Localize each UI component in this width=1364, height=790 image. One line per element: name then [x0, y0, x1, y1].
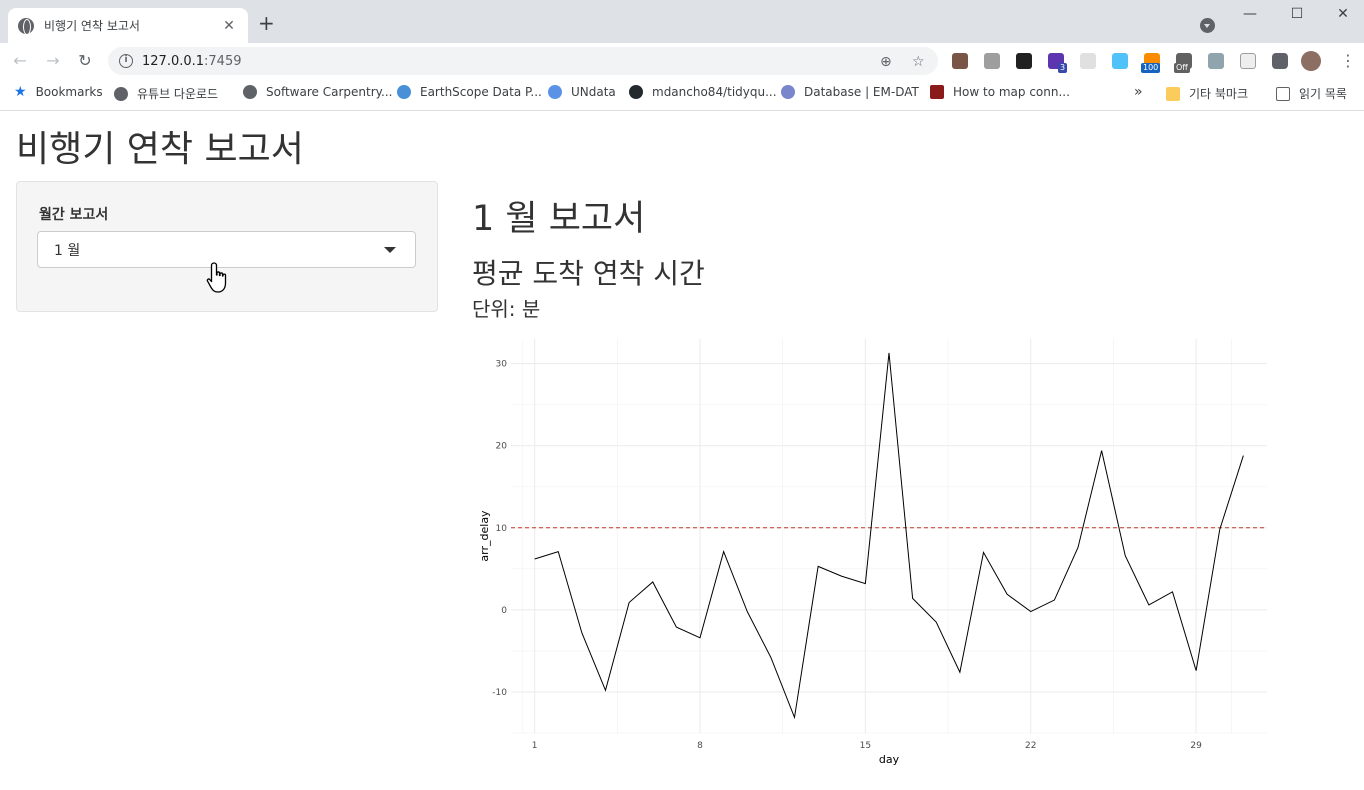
- star-icon: ★: [14, 84, 27, 100]
- browser-tab-bar: 비행기 연착 보고서 ✕ + — ☐ ✕: [0, 0, 1364, 43]
- extension-satellite-icon[interactable]: [1208, 53, 1224, 69]
- x-tick-label: 29: [1190, 741, 1202, 751]
- site-info-icon[interactable]: i: [119, 54, 133, 68]
- extension-brush-icon[interactable]: [984, 53, 1000, 69]
- minimize-icon[interactable]: —: [1240, 6, 1260, 22]
- reading-list-icon: [1276, 86, 1290, 101]
- x-axis-label: day: [879, 753, 900, 766]
- emdat-icon: [781, 85, 795, 99]
- extension-page-icon[interactable]: [1240, 53, 1256, 69]
- extension-badge: 100: [1141, 63, 1161, 73]
- reading-list[interactable]: 읽기 목록: [1276, 85, 1347, 102]
- extension-badge: 3: [1058, 63, 1068, 73]
- globe-icon: [18, 17, 34, 35]
- menu-dots-icon[interactable]: ⋮: [1340, 51, 1356, 70]
- y-tick-label: 30: [496, 360, 508, 370]
- hand-cursor-icon: [206, 262, 227, 293]
- bookmark-item[interactable]: Software Carpentry...: [243, 85, 392, 99]
- window-close-icon[interactable]: ✕: [1333, 6, 1353, 22]
- maximize-icon[interactable]: ☐: [1287, 6, 1307, 22]
- forward-icon[interactable]: →: [43, 51, 63, 71]
- x-tick-label: 1: [532, 741, 538, 751]
- bookmarks-overflow-icon[interactable]: »: [1134, 84, 1143, 100]
- chevron-down-icon: [384, 247, 396, 253]
- extension-cursor-icon[interactable]: [1016, 53, 1032, 69]
- series-line: [534, 352, 1244, 720]
- extension-reader-icon[interactable]: [1080, 53, 1096, 69]
- y-tick-label: 20: [496, 442, 508, 452]
- github-icon: [629, 85, 643, 99]
- zoom-icon[interactable]: ⊕: [880, 54, 892, 70]
- x-tick-label: 8: [697, 741, 703, 751]
- bookmark-item[interactable]: mdancho84/tidyqu...: [629, 85, 777, 99]
- globe-icon: [243, 85, 257, 99]
- globe-icon: [114, 86, 128, 101]
- flowingdata-icon: [930, 85, 944, 99]
- y-tick-label: 10: [496, 524, 508, 534]
- un-icon: [548, 85, 562, 99]
- url-port: :7459: [204, 53, 242, 69]
- close-tab-icon[interactable]: ✕: [220, 18, 238, 34]
- report-subtitle: 평균 도착 연착 시간: [472, 257, 705, 290]
- bookmark-item[interactable]: ★ Bookmarks: [14, 85, 103, 99]
- delay-line-chart: 1 8 15 22 29 -10 0 10 20 30 day arr_delay: [478, 339, 1267, 766]
- bookmark-item[interactable]: UNdata: [548, 85, 616, 99]
- y-axis-label: arr_delay: [478, 510, 491, 562]
- bookmark-item[interactable]: EarthScope Data P...: [397, 85, 542, 99]
- month-select-label: 월간 보고서: [39, 207, 109, 223]
- extension-badge: Off: [1174, 63, 1190, 73]
- page-title: 비행기 연착 보고서: [16, 129, 304, 170]
- bookmark-star-icon[interactable]: ☆: [912, 54, 925, 70]
- bookmark-item[interactable]: How to map conn...: [930, 85, 1070, 99]
- month-select-value: 1 월: [54, 242, 81, 259]
- tab-search-icon[interactable]: [1200, 18, 1215, 33]
- url-host: 127.0.0.1: [142, 53, 205, 69]
- browser-tab[interactable]: 비행기 연착 보고서 ✕: [8, 8, 248, 43]
- new-tab-button[interactable]: +: [258, 13, 275, 33]
- avatar[interactable]: [1301, 51, 1321, 71]
- extensions-puzzle-icon[interactable]: [1272, 53, 1288, 69]
- bookmark-item[interactable]: Database | EM-DAT: [781, 85, 919, 99]
- extension-eyedropper-icon[interactable]: [952, 53, 968, 69]
- bookmark-folder-other[interactable]: 기타 북마크: [1166, 85, 1248, 102]
- bookmark-item[interactable]: 유튜브 다운로드: [114, 85, 218, 102]
- browser-toolbar: ← → ↻ i 127.0.0.1 :7459 ⊕ ☆ 3 100 Off ⋮: [0, 43, 1364, 79]
- extension-box-icon[interactable]: [1112, 53, 1128, 69]
- x-tick-label: 22: [1025, 741, 1036, 751]
- y-tick-label: 0: [501, 606, 507, 616]
- x-tick-label: 15: [860, 741, 871, 751]
- y-tick-label: -10: [492, 688, 507, 698]
- report-title: 1 월 보고서: [472, 199, 646, 239]
- reload-icon[interactable]: ↻: [75, 51, 95, 71]
- back-icon[interactable]: ←: [10, 51, 30, 71]
- bookmarks-bar: ★ Bookmarks 유튜브 다운로드 Software Carpentry.…: [0, 79, 1364, 111]
- folder-icon: [1166, 86, 1180, 101]
- address-bar[interactable]: i 127.0.0.1 :7459 ⊕ ☆: [108, 47, 938, 75]
- tab-title: 비행기 연착 보고서: [44, 19, 140, 33]
- earthscope-icon: [397, 85, 411, 99]
- report-unit: 단위: 분: [472, 297, 541, 321]
